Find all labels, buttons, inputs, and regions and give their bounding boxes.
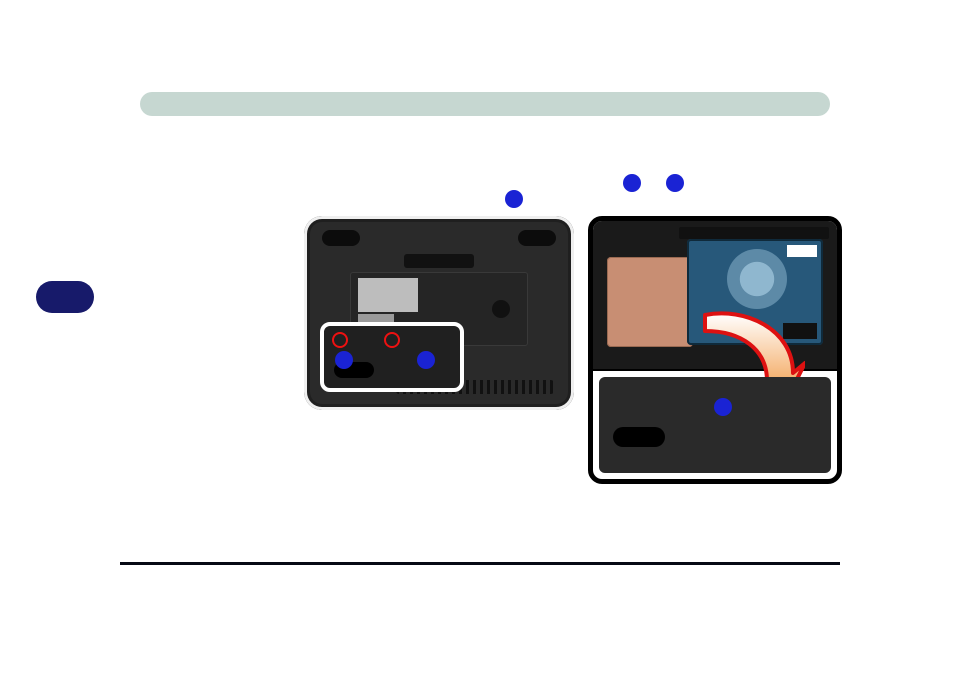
step-badge <box>36 281 94 313</box>
callout-dot <box>666 174 684 192</box>
hdd-cover-removed <box>599 377 831 473</box>
drive-connector <box>783 323 817 339</box>
screw-marker-icon <box>384 332 400 348</box>
copper-shield <box>607 257 693 347</box>
divider-line <box>120 562 840 565</box>
laptop-base <box>310 222 568 404</box>
callout-dot <box>505 190 523 208</box>
battery-latch <box>404 254 474 268</box>
rubber-foot <box>518 230 556 246</box>
drive-bay <box>593 221 837 371</box>
hard-drive <box>687 239 823 345</box>
section-header-bar <box>140 92 830 116</box>
rubber-foot <box>322 230 360 246</box>
callout-dot <box>417 351 435 369</box>
regulatory-label <box>358 278 418 312</box>
figure-laptop-bottom <box>304 216 574 410</box>
platter-icon <box>727 249 787 309</box>
drive-label <box>787 245 817 257</box>
cover-grip <box>613 427 665 447</box>
callout-dot <box>714 398 732 416</box>
ribbon-cable <box>679 227 829 239</box>
screw-marker-icon <box>332 332 348 348</box>
screw-hole-icon <box>492 300 510 318</box>
callout-dot <box>335 351 353 369</box>
figure-hdd-bay <box>588 216 842 484</box>
callout-dot <box>623 174 641 192</box>
